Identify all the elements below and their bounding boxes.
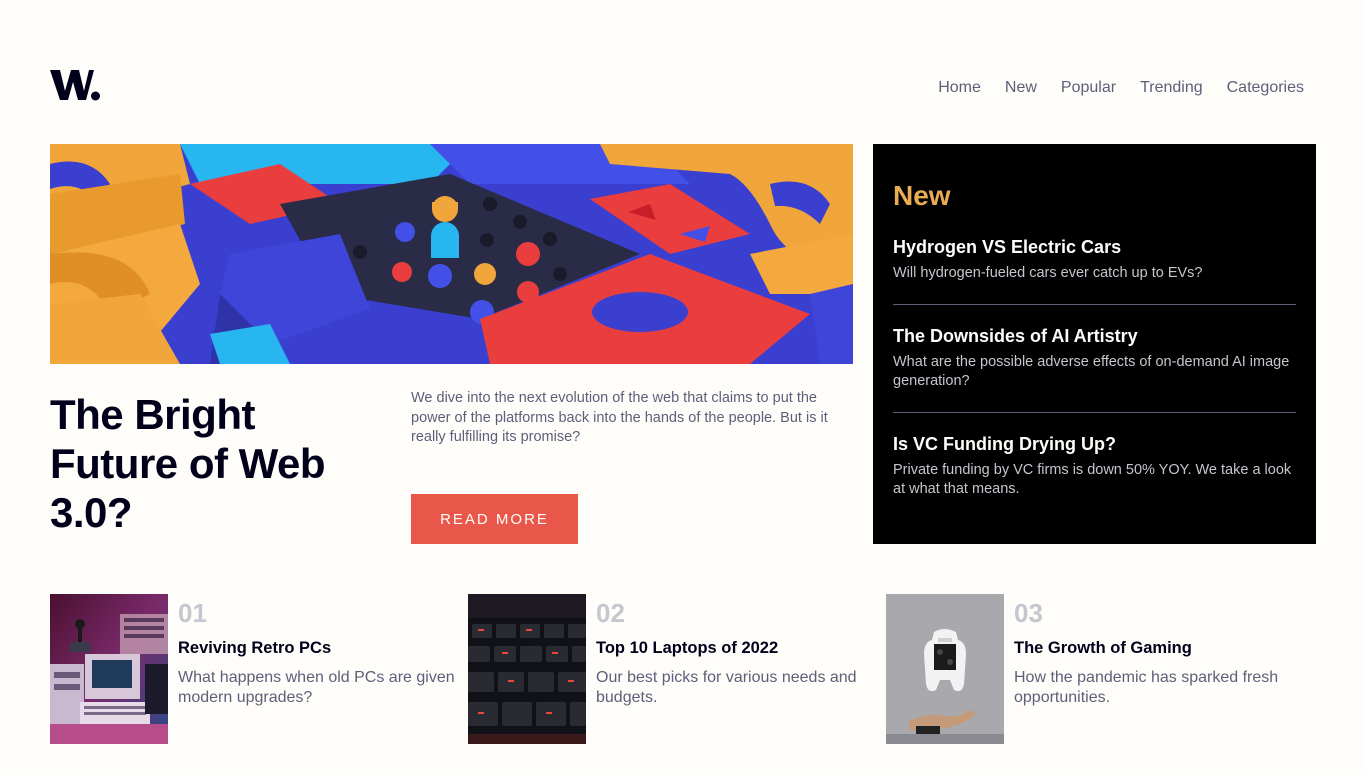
hero-title: The Bright Future of Web 3.0? (50, 391, 326, 536)
laptop-keyboard-thumbnail[interactable] (468, 594, 586, 744)
article-desc: What happens when old PCs are given mode… (178, 669, 455, 706)
new-item-desc: What are the possible adverse effects of… (893, 353, 1290, 390)
nav-new[interactable]: New (1005, 78, 1037, 98)
main-nav: Home New Popular Trending Categories (938, 78, 1304, 98)
new-item-title[interactable]: Is VC Funding Drying Up? (893, 433, 1296, 455)
article-card: 02 Top 10 Laptops of 2022 Our best picks… (468, 594, 876, 744)
w-logo[interactable] (50, 69, 100, 101)
retro-pc-thumbnail[interactable] (50, 594, 168, 744)
new-item-title[interactable]: Hydrogen VS Electric Cars (893, 236, 1296, 258)
new-item-desc: Private funding by VC firms is down 50% … (893, 461, 1292, 498)
gaming-controller-thumbnail[interactable] (886, 594, 1004, 744)
nav-popular[interactable]: Popular (1061, 78, 1116, 98)
hero-description: We dive into the next evolution of the w… (411, 390, 828, 445)
new-item: Hydrogen VS Electric Cars Will hydrogen-… (893, 236, 1296, 284)
article-card: 03 The Growth of Gaming How the pandemic… (886, 594, 1294, 744)
article-desc: How the pandemic has sparked fresh oppor… (1014, 669, 1279, 706)
article-number: 03 (1014, 598, 1043, 628)
article-card: 01 Reviving Retro PCs What happens when … (50, 594, 458, 744)
article-info: 02 Top 10 Laptops of 2022 Our best picks… (596, 594, 876, 744)
article-title[interactable]: Reviving Retro PCs (178, 638, 458, 658)
article-title[interactable]: The Growth of Gaming (1014, 638, 1294, 658)
nav-trending[interactable]: Trending (1140, 78, 1203, 98)
divider (893, 303, 1296, 305)
divider (893, 411, 1296, 413)
hero-illustration (50, 144, 853, 364)
nav-categories[interactable]: Categories (1227, 78, 1304, 98)
article-desc: Our best picks for various needs and bud… (596, 669, 857, 706)
new-item-desc: Will hydrogen-fueled cars ever catch up … (893, 265, 1203, 281)
nav-home[interactable]: Home (938, 78, 981, 98)
new-item: The Downsides of AI Artistry What are th… (893, 325, 1296, 392)
top-articles: 01 Reviving Retro PCs What happens when … (50, 594, 1316, 744)
new-item: Is VC Funding Drying Up? Private funding… (893, 433, 1296, 500)
article-info: 03 The Growth of Gaming How the pandemic… (1014, 594, 1294, 744)
article-info: 01 Reviving Retro PCs What happens when … (178, 594, 458, 744)
article-number: 02 (596, 598, 625, 628)
new-panel-heading: New (893, 180, 951, 211)
article-number: 01 (178, 598, 207, 628)
new-articles-panel: New Hydrogen VS Electric Cars Will hydro… (873, 144, 1316, 544)
new-item-title[interactable]: The Downsides of AI Artistry (893, 325, 1296, 347)
article-title[interactable]: Top 10 Laptops of 2022 (596, 638, 876, 658)
read-more-button[interactable]: READ MORE (411, 494, 578, 544)
